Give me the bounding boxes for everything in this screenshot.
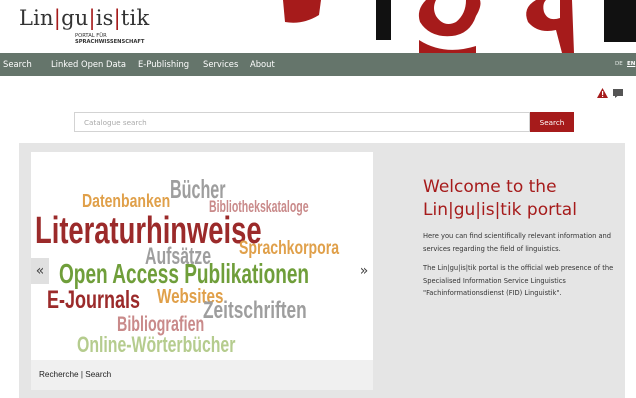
carousel-slide-word-cloud[interactable]: Bücher Datenbanken Bibliothekskataloge L… [31,152,373,360]
logo-subtitle: PORTAL FÜR SPRACHWISSENSCHAFT [75,33,144,45]
site-header: Lin|gu|is|tik PORTAL FÜR SPRACHWISSENSCH… [0,0,636,53]
nav-item-linked-open-data[interactable]: Linked Open Data [51,53,126,76]
word-cloud-item: Sprachkorpora [239,238,340,259]
logo-subtitle-line2: SPRACHWISSENSCHAFT [75,39,145,45]
search-button[interactable]: Search [530,112,574,132]
language-en[interactable]: EN [627,53,635,76]
welcome-paragraph: Here you can find scientifically relevan… [423,232,612,253]
nav-item-about[interactable]: About [250,53,275,76]
nav-item-search[interactable]: Search [3,53,32,76]
nav-item-e-publishing[interactable]: E-Publishing [138,53,189,76]
carousel-next-button[interactable]: » [355,258,373,284]
logo-title: Lin|gu|is|tik [19,6,150,30]
word-cloud-item: E-Journals [47,286,141,314]
word-cloud-item: Datenbanken [82,191,171,211]
welcome-title: Welcome to the Lin|gu|is|tik portal [423,177,577,220]
carousel: Bücher Datenbanken Bibliothekskataloge L… [31,152,373,390]
language-de[interactable]: DE [615,53,623,76]
carousel-caption-link[interactable]: Recherche | Search [31,360,373,390]
welcome-section: Welcome to the Lin|gu|is|tik portal Here… [423,176,625,300]
word-cloud-item: Open Access Publikationen [59,258,310,289]
main-nav: Search Linked Open Data E-Publishing Ser… [0,53,636,76]
word-cloud-item: Zeitschriften [203,297,307,324]
comment-icon[interactable] [613,89,623,98]
alert-icon[interactable] [597,88,608,98]
catalogue-search-input[interactable] [74,112,530,132]
nav-item-services[interactable]: Services [203,53,238,76]
word-cloud-item: Online-Wörterbücher [77,332,236,357]
carousel-prev-button[interactable]: « [31,258,49,284]
site-logo[interactable]: Lin|gu|is|tik PORTAL FÜR SPRACHWISSENSCH… [19,6,150,45]
welcome-paragraph: The Lin|gu|is|tik portal is the official… [423,264,614,298]
